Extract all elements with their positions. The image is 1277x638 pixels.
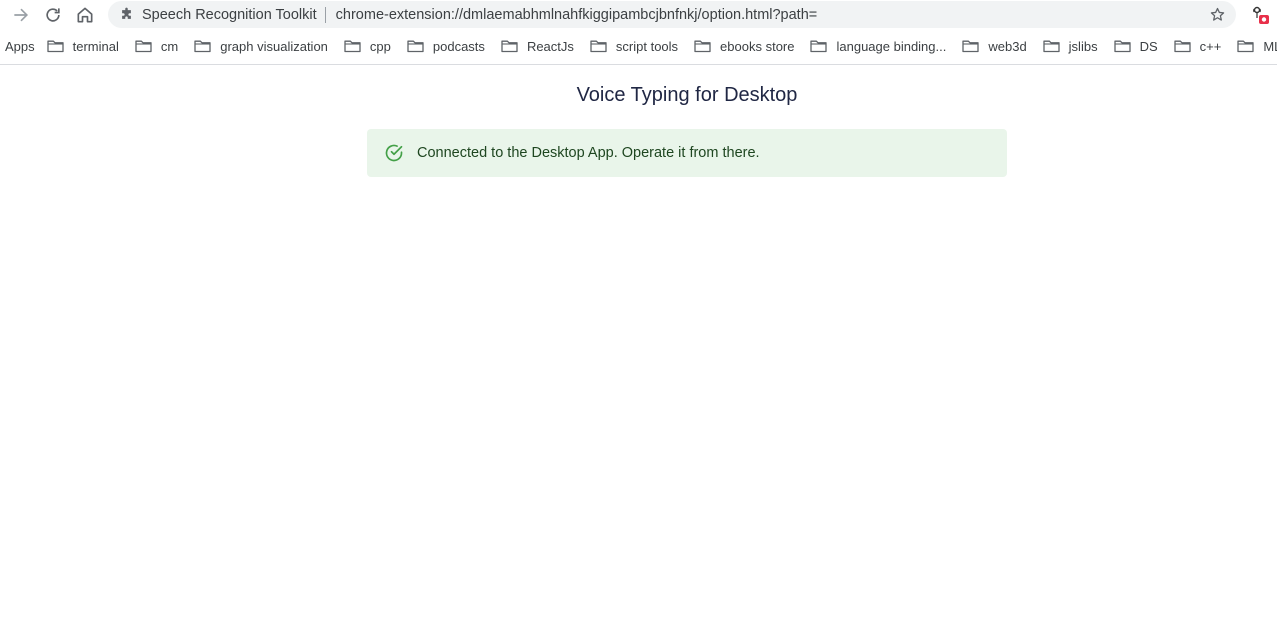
bookmark-folder[interactable]: ebooks store	[694, 39, 794, 54]
toolbar-divider	[0, 64, 1277, 65]
bookmark-label: ML	[1263, 38, 1277, 54]
site-name: Speech Recognition Toolkit	[142, 6, 317, 23]
bookmark-folder[interactable]: cm	[135, 39, 178, 54]
reload-icon[interactable]	[40, 2, 66, 28]
home-icon[interactable]	[72, 2, 98, 28]
bookmark-folder[interactable]: cpp	[344, 39, 391, 54]
bookmark-label: jslibs	[1068, 38, 1098, 54]
bookmark-label: language binding...	[836, 38, 947, 54]
folder-icon	[1113, 39, 1131, 53]
success-alert: Connected to the Desktop App. Operate it…	[367, 129, 1007, 177]
mic-record-icon[interactable]	[1249, 4, 1271, 26]
folder-icon	[590, 39, 607, 53]
bookmark-label: cpp	[369, 38, 391, 54]
url-text[interactable]: chrome-extension://dmlaemabhmlnahfkiggip…	[336, 7, 818, 23]
folder-icon	[135, 39, 152, 53]
folder-icon	[344, 39, 361, 53]
address-separator	[324, 6, 326, 23]
folder-icon	[1043, 39, 1060, 53]
bookmark-folder[interactable]: terminal	[46, 38, 119, 54]
arrow-forward-icon[interactable]	[8, 2, 34, 28]
bookmark-folder[interactable]: web3d	[962, 38, 1027, 54]
page-title: Voice Typing for Desktop	[576, 84, 798, 106]
star-icon[interactable]	[1209, 6, 1226, 23]
bookmark-label: ReactJs	[526, 38, 574, 54]
bookmarks-bar: Apps terminal cm graph visualization cpp pod…	[0, 32, 1277, 60]
folder-icon	[194, 39, 211, 53]
folder-icon	[501, 39, 518, 53]
folder-icon	[407, 39, 424, 53]
bookmark-label: DS	[1139, 38, 1158, 54]
bookmark-folder[interactable]: DS	[1113, 38, 1158, 54]
folder-icon	[810, 39, 828, 53]
bookmark-folder[interactable]: jslibs	[1043, 39, 1098, 54]
folder-icon	[962, 39, 980, 53]
bookmark-folder[interactable]: c++	[1173, 38, 1222, 54]
bookmark-label: graph visualization	[220, 38, 328, 54]
address-bar[interactable]: Speech Recognition Toolkit chrome-extens…	[108, 1, 1236, 28]
bookmark-folder[interactable]: ReactJs	[501, 39, 574, 54]
folder-icon	[1237, 39, 1254, 53]
bookmark-folder[interactable]: language binding...	[810, 39, 946, 54]
bookmark-label: web3d	[988, 38, 1027, 54]
bookmark-label: script tools	[615, 38, 679, 54]
bookmark-folder[interactable]: graph visualization	[194, 39, 328, 54]
browser-toolbar: Speech Recognition Toolkit chrome-extens…	[0, 0, 1277, 30]
bookmark-label: ebooks store	[720, 38, 795, 54]
check-circle-icon	[384, 143, 404, 163]
folder-icon	[46, 39, 64, 53]
bookmark-label: cm	[160, 38, 179, 54]
bookmark-label: podcasts	[432, 38, 485, 54]
folder-icon	[1173, 39, 1191, 53]
bookmark-label: terminal	[72, 38, 119, 54]
puzzle-icon	[118, 7, 134, 23]
bookmark-label: c++	[1199, 38, 1222, 54]
bookmark-folder[interactable]: ML	[1237, 39, 1277, 54]
folder-icon	[694, 39, 711, 53]
bookmark-folder[interactable]: script tools	[590, 39, 678, 54]
bookmark-apps[interactable]: Apps	[5, 39, 35, 54]
alert-message: Connected to the Desktop App. Operate it…	[417, 145, 760, 161]
bookmark-folder[interactable]: podcasts	[407, 39, 485, 54]
